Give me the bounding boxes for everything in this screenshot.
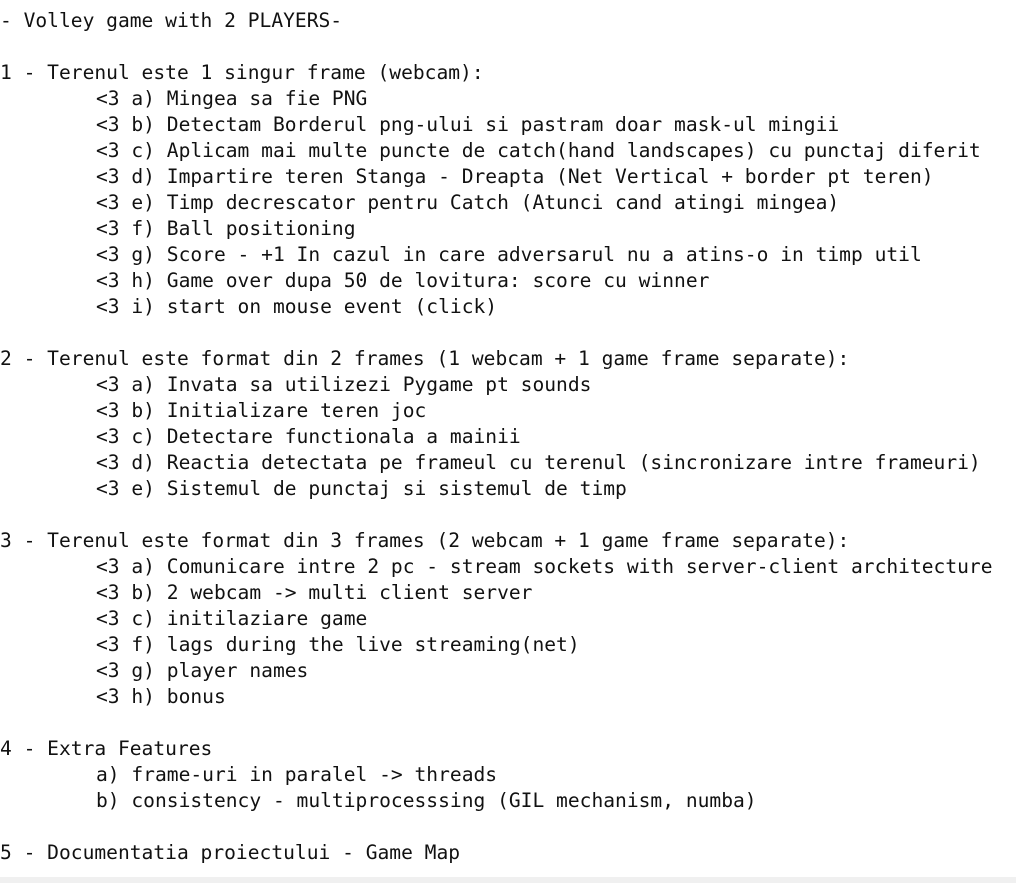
horizontal-scrollbar-track[interactable]: [0, 877, 1016, 883]
list-item: <3 c) Aplicam mai multe puncte de catch(…: [96, 139, 981, 162]
list-item: <3 c) Detectare functionala a mainii: [96, 425, 521, 448]
list-item: <3 b) 2 webcam -> multi client server: [96, 581, 533, 604]
list-item: <3 a) Invata sa utilizezi Pygame pt soun…: [96, 373, 592, 396]
list-item: <3 f) lags during the live streaming(net…: [96, 633, 580, 656]
section-heading: 3 - Terenul este format din 3 frames (2 …: [0, 529, 850, 552]
list-item: <3 a) Comunicare intre 2 pc - stream soc…: [96, 555, 993, 578]
list-item: <3 d) Reactia detectata pe frameul cu te…: [96, 451, 981, 474]
list-item: b) consistency - multiprocesssing (GIL m…: [96, 789, 757, 812]
section-heading: 5 - Documentatia proiectului - Game Map: [0, 841, 461, 864]
list-item: <3 f) Ball positioning: [96, 217, 356, 240]
list-item: <3 e) Sistemul de punctaj si sistemul de…: [96, 477, 627, 500]
section-5: 5 - Documentatia proiectului - Game Map: [0, 840, 1016, 866]
list-item: <3 h) bonus: [96, 685, 226, 708]
section-heading: 1 - Terenul este 1 singur frame (webcam)…: [0, 61, 484, 84]
section-2: 2 - Terenul este format din 2 frames (1 …: [0, 346, 1016, 502]
list-item: a) frame-uri in paralel -> threads: [96, 763, 498, 786]
document-title: - Volley game with 2 PLAYERS-: [0, 9, 343, 32]
list-item: <3 b) Initializare teren joc: [96, 399, 427, 422]
list-item: <3 b) Detectam Borderul png-ului si past…: [96, 113, 840, 136]
section-heading: 2 - Terenul este format din 2 frames (1 …: [0, 347, 850, 370]
section-3: 3 - Terenul este format din 3 frames (2 …: [0, 528, 1016, 710]
list-item: <3 g) Score - +1 In cazul in care advers…: [96, 243, 922, 266]
list-item: <3 h) Game over dupa 50 de lovitura: sco…: [96, 269, 710, 292]
section-heading: 4 - Extra Features: [0, 737, 213, 760]
list-item: <3 e) Timp decrescator pentru Catch (Atu…: [96, 191, 840, 214]
text-document: - Volley game with 2 PLAYERS- 1 - Terenu…: [0, 8, 1016, 866]
list-item: <3 a) Mingea sa fie PNG: [96, 87, 368, 110]
section-1: 1 - Terenul este 1 singur frame (webcam)…: [0, 60, 1016, 320]
list-item: <3 g) player names: [96, 659, 309, 682]
list-item: <3 i) start on mouse event (click): [96, 295, 498, 318]
section-4: 4 - Extra Features a) frame-uri in paral…: [0, 736, 1016, 814]
list-item: <3 c) initilaziare game: [96, 607, 368, 630]
list-item: <3 d) Impartire teren Stanga - Dreapta (…: [96, 165, 934, 188]
